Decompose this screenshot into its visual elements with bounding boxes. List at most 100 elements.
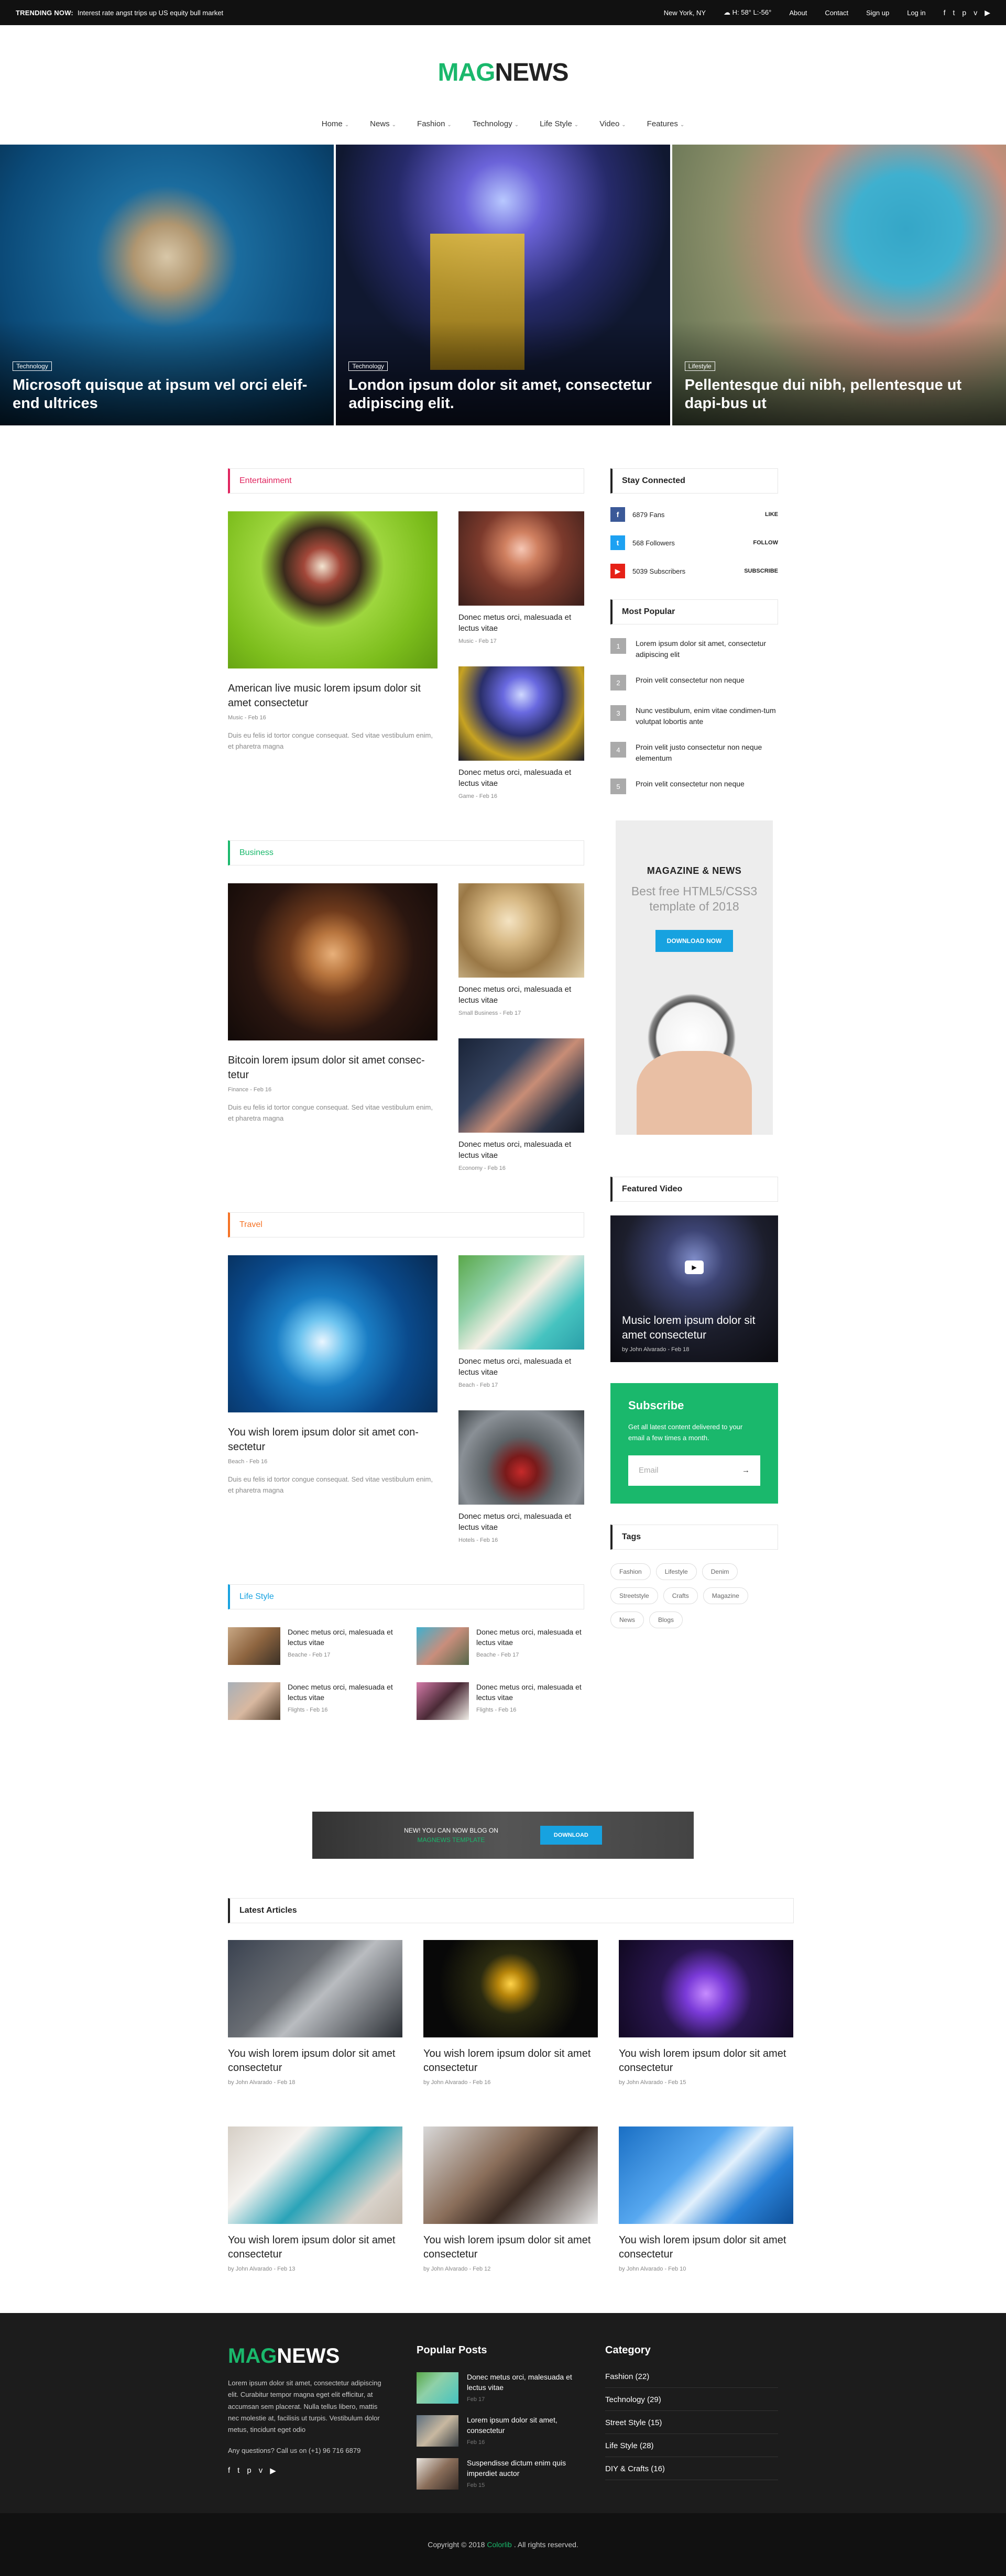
post-title[interactable]: Donec metus orci, malesuada et lectus vi… — [288, 1682, 396, 1703]
article-card[interactable]: You wish lorem ipsum dolor sit amet cons… — [228, 2126, 402, 2282]
twitter-icon[interactable]: t — [237, 2466, 239, 2475]
section-title[interactable]: Entertainment — [228, 468, 584, 494]
contact-link[interactable]: Contact — [825, 9, 848, 17]
post-card[interactable]: Donec metus orci, malesuada et lectus vi… — [458, 883, 584, 1026]
popular-item[interactable]: 3 Nunc vestibulum, enim vitae condimen-tu… — [610, 705, 778, 727]
section-title[interactable]: Life Style — [228, 1584, 584, 1609]
featured-post[interactable]: You wish lorem ipsum dolor sit amet con-… — [228, 1255, 438, 1553]
post-title[interactable]: You wish lorem ipsum dolor sit amet con-… — [228, 1425, 438, 1454]
popular-title[interactable]: Lorem ipsum dolor sit amet, consectetur … — [636, 638, 778, 660]
tag-link[interactable]: Blogs — [649, 1612, 683, 1628]
post-title[interactable]: Donec metus orci, malesuada et lectus vi… — [458, 984, 584, 1006]
youtube-icon[interactable]: ▶ — [985, 8, 990, 17]
social-row-youtube[interactable]: ▶ 5039 Subscribers SUBSCRIBE — [610, 564, 778, 578]
post-title[interactable]: Donec metus orci, malesuada et lectus vi… — [458, 767, 584, 789]
post-title[interactable]: American live music lorem ipsum dolor si… — [228, 681, 438, 710]
pinterest-icon[interactable]: p — [247, 2466, 251, 2475]
post-title[interactable]: You wish lorem ipsum dolor sit amet cons… — [423, 2047, 598, 2075]
featured-post[interactable]: American live music lorem ipsum dolor si… — [228, 511, 438, 809]
nav-fashion[interactable]: Fashion ⌄ — [417, 119, 452, 128]
post-card[interactable]: Donec metus orci, malesuada et lectus vi… — [458, 1410, 584, 1553]
vimeo-icon[interactable]: v — [974, 8, 977, 17]
popular-item[interactable]: 1 Lorem ipsum dolor sit amet, consectetur… — [610, 638, 778, 660]
trending-link[interactable]: Interest rate angst trips up US equity b… — [78, 9, 223, 17]
facebook-icon[interactable]: f — [228, 2466, 230, 2475]
footer-logo[interactable]: MAGNEWS — [228, 2344, 385, 2368]
category-link[interactable]: Technology (29) — [605, 2395, 778, 2411]
footer-post[interactable]: Suspendisse dictum enim quis imperdiet a… — [417, 2458, 574, 2490]
social-row-twitter[interactable]: t 568 Followers FOLLOW — [610, 535, 778, 550]
post-title[interactable]: Donec metus orci, malesuada et lectus vi… — [476, 1682, 584, 1703]
article-card[interactable]: You wish lorem ipsum dolor sit amet cons… — [619, 2126, 793, 2282]
post-title[interactable]: You wish lorem ipsum dolor sit amet cons… — [619, 2047, 793, 2075]
popular-title[interactable]: Nunc vestibulum, enim vitae condimen-tum… — [636, 705, 778, 727]
hero-tag[interactable]: Technology — [348, 361, 388, 371]
log-in-link[interactable]: Log in — [907, 9, 925, 17]
facebook-icon[interactable]: f — [944, 8, 946, 17]
download-button[interactable]: DOWNLOAD — [540, 1826, 602, 1845]
popular-title[interactable]: Proin velit consectetur non neque — [636, 675, 745, 690]
vimeo-icon[interactable]: v — [259, 2466, 263, 2475]
list-item[interactable]: Donec metus orci, malesuada et lectus vi… — [417, 1682, 584, 1723]
post-title[interactable]: Donec metus orci, malesuada et lectus vi… — [467, 2372, 574, 2393]
hero-title[interactable]: Microsoft quisque at ipsum vel orci elei… — [13, 376, 321, 413]
category-link[interactable]: DIY & Crafts (16) — [605, 2464, 778, 2481]
article-card[interactable]: You wish lorem ipsum dolor sit amet cons… — [619, 1940, 793, 2095]
category-link[interactable]: Fashion (22) — [605, 2372, 778, 2388]
like-button[interactable]: LIKE — [765, 511, 778, 518]
follow-button[interactable]: FOLLOW — [753, 540, 778, 546]
article-card[interactable]: You wish lorem ipsum dolor sit amet cons… — [228, 1940, 402, 2095]
post-card[interactable]: Donec metus orci, malesuada et lectus vi… — [458, 511, 584, 654]
post-card[interactable]: Donec metus orci, malesuada et lectus vi… — [458, 666, 584, 809]
hero-title[interactable]: Pellentesque dui nibh, pellentesque ut d… — [685, 376, 993, 413]
hero-tag[interactable]: Lifestyle — [684, 361, 715, 371]
tag-link[interactable]: Denim — [702, 1563, 738, 1580]
subscribe-button[interactable]: SUBSCRIBE — [744, 568, 778, 574]
post-title[interactable]: You wish lorem ipsum dolor sit amet cons… — [423, 2233, 598, 2262]
article-card[interactable]: You wish lorem ipsum dolor sit amet cons… — [423, 1940, 598, 2095]
list-item[interactable]: Donec metus orci, malesuada et lectus vi… — [417, 1627, 584, 1668]
video-thumbnail[interactable]: ▶ Music lorem ipsum dolor sit amet conse… — [610, 1215, 778, 1362]
post-title[interactable]: You wish lorem ipsum dolor sit amet cons… — [228, 2047, 402, 2075]
sidebar-ad[interactable]: MAGAZINE & NEWS Best free HTML5/CSS3 tem… — [616, 820, 773, 1135]
tag-link[interactable]: Magazine — [703, 1587, 748, 1604]
post-title[interactable]: Donec metus orci, malesuada et lectus vi… — [288, 1627, 396, 1648]
post-title[interactable]: Lorem ipsum dolor sit amet, consectetur — [467, 2415, 574, 2436]
youtube-icon[interactable]: ▶ — [270, 2466, 276, 2475]
play-icon[interactable]: ▶ — [685, 1260, 704, 1274]
hero-title[interactable]: London ipsum dolor sit amet, consectetur… — [348, 376, 657, 413]
tag-link[interactable]: Fashion — [610, 1563, 651, 1580]
post-title[interactable]: Bitcoin lorem ipsum dolor sit amet conse… — [228, 1053, 438, 1082]
hero-post[interactable]: Technology Microsoft quisque at ipsum vel… — [0, 145, 334, 425]
post-title[interactable]: Suspendisse dictum enim quis imperdiet a… — [467, 2458, 574, 2479]
hero-tag[interactable]: Technology — [13, 361, 52, 371]
colorlib-link[interactable]: Colorlib — [487, 2540, 511, 2549]
category-link[interactable]: Life Style (28) — [605, 2441, 778, 2458]
arrow-right-icon[interactable]: → — [742, 1466, 750, 1475]
post-title[interactable]: Donec metus orci, malesuada et lectus vi… — [458, 612, 584, 634]
section-title[interactable]: Business — [228, 840, 584, 865]
popular-item[interactable]: 4 Proin velit justo consectetur non neque… — [610, 742, 778, 764]
footer-post[interactable]: Lorem ipsum dolor sit amet, consectetur F… — [417, 2415, 574, 2447]
post-title[interactable]: You wish lorem ipsum dolor sit amet cons… — [619, 2233, 793, 2262]
promo-banner[interactable]: NEW! YOU CAN NOW BLOG ON MAGNEWS TEMPLATE… — [312, 1812, 694, 1859]
section-title[interactable]: Travel — [228, 1212, 584, 1237]
social-row-facebook[interactable]: f 6879 Fans LIKE — [610, 507, 778, 522]
nav-news[interactable]: News ⌄ — [370, 119, 396, 128]
post-card[interactable]: Donec metus orci, malesuada et lectus vi… — [458, 1038, 584, 1181]
tag-link[interactable]: News — [610, 1612, 644, 1628]
nav-video[interactable]: Video ⌄ — [599, 119, 626, 128]
sign-up-link[interactable]: Sign up — [866, 9, 889, 17]
tag-link[interactable]: Lifestyle — [655, 1563, 697, 1580]
pinterest-icon[interactable]: p — [962, 8, 966, 17]
download-now-button[interactable]: DOWNLOAD NOW — [655, 929, 734, 952]
email-field[interactable]: Email → — [628, 1455, 760, 1486]
nav-features[interactable]: Features ⌄ — [647, 119, 685, 128]
popular-title[interactable]: Proin velit consectetur non neque — [636, 779, 745, 794]
tag-link[interactable]: Crafts — [663, 1587, 698, 1604]
nav-lifestyle[interactable]: Life Style ⌄ — [540, 119, 578, 128]
list-item[interactable]: Donec metus orci, malesuada et lectus vi… — [228, 1682, 396, 1723]
nav-home[interactable]: Home ⌄ — [322, 119, 349, 128]
hero-post[interactable]: Lifestyle Pellentesque dui nibh, pellente… — [672, 145, 1006, 425]
site-logo[interactable]: MAGNEWS — [438, 58, 569, 87]
